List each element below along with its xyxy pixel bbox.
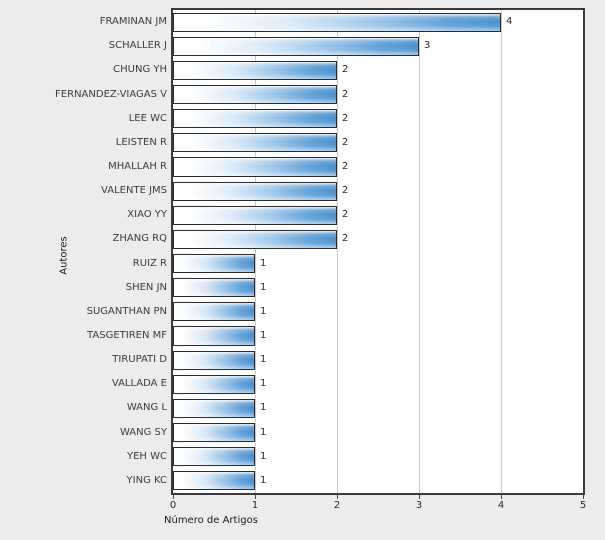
bar-value-label: 1	[260, 474, 267, 486]
bar-value-label: 1	[260, 378, 267, 390]
category-label: VALLADA E	[111, 378, 167, 390]
category-label: SCHALLER J	[108, 40, 167, 52]
bar-row[interactable]: 2	[173, 84, 583, 105]
category-label: VALENTE JMS	[101, 185, 167, 197]
bar[interactable]	[173, 447, 255, 467]
bar-value-label: 1	[260, 281, 267, 293]
category-label: YING KC	[126, 474, 167, 486]
bar-row[interactable]: 1	[173, 471, 583, 491]
bar[interactable]	[173, 157, 337, 177]
bar-row[interactable]: 3	[173, 36, 583, 56]
bar-value-label: 1	[260, 354, 267, 366]
bar-row[interactable]: 2	[173, 229, 583, 249]
bar-row[interactable]: 1	[173, 278, 583, 298]
bar-chart: Autores FRAMINAN JM SCHALLER J CHUNG YH FER…	[0, 0, 605, 540]
category-label: FERNANDEZ-VIAGAS V	[55, 88, 167, 100]
bar-value-label: 1	[260, 257, 267, 269]
category-label: WANG L	[126, 402, 167, 414]
category-label: LEISTEN R	[115, 136, 167, 148]
x-tick-label: 0	[169, 500, 177, 511]
category-label: RUIZ R	[132, 257, 167, 269]
bar-row[interactable]: 1	[173, 374, 583, 394]
bar[interactable]	[173, 398, 255, 419]
bar-value-label: 1	[260, 330, 267, 341]
x-tick-label: 1	[251, 500, 259, 511]
bar-value-label: 2	[342, 64, 349, 76]
bar-row[interactable]: 1	[173, 398, 583, 419]
bar[interactable]	[173, 471, 255, 491]
category-label: SUGANTHAN PN	[86, 305, 167, 317]
bar-row[interactable]: 1	[173, 423, 583, 443]
x-tick-mark	[583, 495, 584, 499]
bar-value-label: 2	[342, 209, 349, 221]
bar[interactable]	[173, 181, 337, 201]
bar[interactable]	[173, 36, 419, 56]
x-tick-label: 4	[497, 500, 505, 511]
category-label: SHEN JN	[125, 281, 167, 293]
bar-rows: 4 3 2 2 2 2 2 2 2 2 1 1 1 1 1 1 1 1 1 1	[173, 10, 583, 493]
bar-row[interactable]: 2	[173, 181, 583, 201]
y-axis-title: Autores	[58, 236, 70, 275]
bar-row[interactable]: 4	[173, 12, 583, 32]
category-label: MHALLAH R	[108, 160, 167, 172]
bar-value-label: 2	[342, 88, 349, 100]
bar-value-label: 1	[260, 305, 267, 317]
bar[interactable]	[173, 205, 337, 225]
bar[interactable]	[173, 302, 255, 322]
x-tick-label: 5	[579, 500, 587, 511]
bar-row[interactable]: 1	[173, 350, 583, 370]
x-tick-mark	[173, 495, 174, 499]
bar-row[interactable]: 2	[173, 60, 583, 80]
x-tick-label: 3	[415, 500, 423, 511]
bar-row[interactable]: 2	[173, 133, 583, 153]
bar-row[interactable]: 1	[173, 447, 583, 467]
bar-row[interactable]: 2	[173, 109, 583, 129]
bar-value-label: 2	[342, 185, 349, 197]
category-label: LEE WC	[128, 112, 167, 124]
bar[interactable]	[173, 326, 255, 346]
category-label: YEH WC	[127, 450, 167, 462]
bar-value-label: 2	[342, 112, 349, 124]
bar-value-label: 1	[260, 426, 267, 438]
bar-value-label: 3	[424, 40, 431, 52]
category-label: TASGETIREN MF	[87, 330, 167, 342]
bar-value-label: 2	[342, 136, 349, 148]
bar-value-label: 2	[342, 233, 349, 245]
bar-row[interactable]: 1	[173, 254, 583, 274]
bar-row[interactable]: 1	[173, 302, 583, 322]
bar-value-label: 2	[342, 160, 349, 172]
category-label: WANG SY	[119, 426, 167, 438]
plot-area: 4 3 2 2 2 2 2 2 2 2 1 1 1 1 1 1 1 1 1 1	[171, 8, 585, 495]
bar[interactable]	[173, 374, 255, 394]
bar[interactable]	[173, 60, 337, 80]
bar-row[interactable]: 2	[173, 157, 583, 177]
bar-value-label: 4	[506, 16, 513, 28]
bar[interactable]	[173, 229, 337, 249]
bar[interactable]	[173, 278, 255, 298]
x-tick-mark	[419, 495, 420, 499]
bar[interactable]	[173, 109, 337, 129]
x-tick-label: 2	[333, 500, 341, 511]
bar[interactable]	[173, 423, 255, 443]
x-tick-mark	[337, 495, 338, 499]
x-axis-title: Número de Artigos	[164, 515, 258, 526]
category-label: TIRUPATI D	[112, 354, 167, 366]
bar-value-label: 1	[260, 450, 267, 462]
category-label: XIAO YY	[127, 209, 167, 221]
bar-value-label: 1	[260, 402, 267, 414]
bar-row[interactable]: 2	[173, 205, 583, 225]
x-tick-mark	[501, 495, 502, 499]
bar[interactable]	[173, 254, 255, 274]
bar[interactable]	[173, 133, 337, 153]
x-tick-mark	[255, 495, 256, 499]
category-label: FRAMINAN JM	[99, 16, 167, 28]
category-label: CHUNG YH	[113, 64, 167, 76]
bar[interactable]	[173, 84, 337, 105]
bar[interactable]	[173, 350, 255, 370]
category-label: ZHANG RQ	[112, 233, 167, 245]
bar[interactable]	[173, 12, 501, 32]
bar-row[interactable]: 1	[173, 326, 583, 346]
